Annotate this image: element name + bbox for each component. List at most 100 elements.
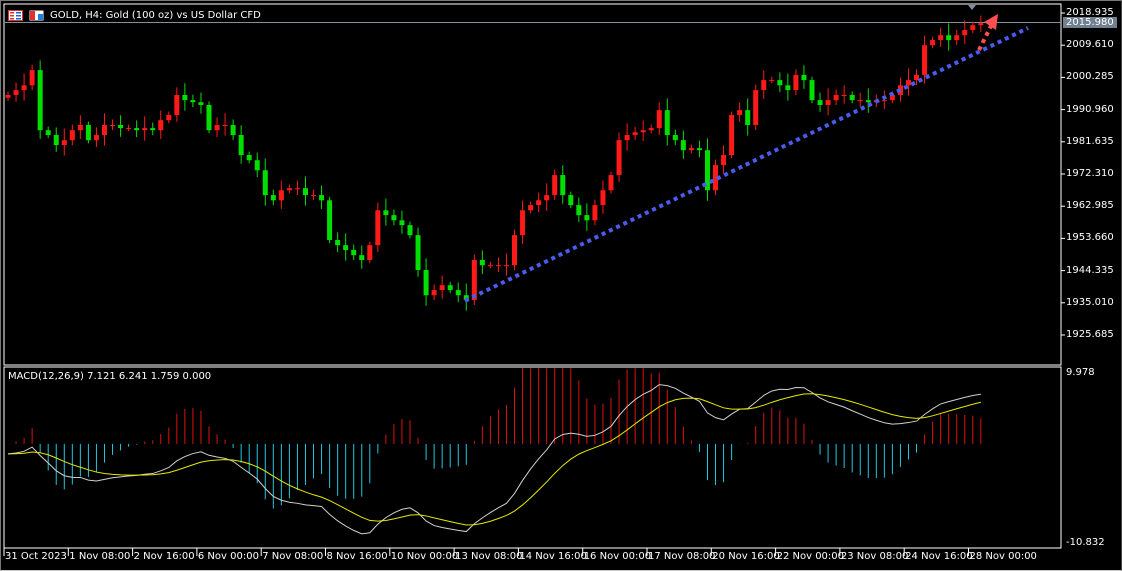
candle-body xyxy=(246,155,252,161)
candle-body xyxy=(166,114,172,121)
macd-panel-border xyxy=(3,366,1062,549)
candle-body xyxy=(632,132,638,136)
candle-body xyxy=(158,120,164,131)
candle-body xyxy=(648,128,654,131)
candle-body xyxy=(793,74,799,91)
candle-body xyxy=(407,225,413,236)
candle-body xyxy=(21,85,27,91)
candle-body xyxy=(335,239,341,246)
time-axis-label: 10 Nov 00:00 xyxy=(390,551,459,562)
candle-body xyxy=(270,195,276,201)
candle-body xyxy=(978,23,984,26)
candle-body xyxy=(375,210,381,246)
candle-body xyxy=(696,148,702,151)
time-axis-label: 6 Nov 00:00 xyxy=(197,551,259,562)
candle-body xyxy=(503,265,509,267)
candle-body xyxy=(190,100,196,103)
chart-title: GOLD, H4: Gold (100 oz) vs US Dollar CFD xyxy=(50,9,261,21)
price-axis-label: 2009.610 xyxy=(1066,39,1114,51)
candle-body xyxy=(5,94,11,98)
market-watch-icon[interactable] xyxy=(8,9,23,21)
candle-body xyxy=(881,100,887,102)
time-axis-label: 20 Nov 16:00 xyxy=(712,551,780,562)
macd-main-line xyxy=(7,384,981,535)
candle-body xyxy=(85,124,91,141)
candle-body xyxy=(222,124,228,126)
candle-body xyxy=(150,128,156,131)
candle-body xyxy=(238,135,244,156)
trendline[interactable] xyxy=(464,26,1029,303)
candle-body xyxy=(865,100,871,103)
macd-label: MACD(12,26,9) 7.121 6.241 1.759 0.000 xyxy=(8,371,212,382)
candle-body xyxy=(262,170,268,196)
candle-body xyxy=(174,94,180,115)
chart-window-icon[interactable] xyxy=(29,10,44,21)
candle-body xyxy=(938,35,944,41)
time-axis-label: 7 Nov 08:00 xyxy=(262,551,324,562)
candle-body xyxy=(600,190,606,206)
candle-body xyxy=(439,285,445,291)
time-axis-label: 13 Nov 08:00 xyxy=(455,551,523,562)
price-axis-label: 1935.010 xyxy=(1066,296,1114,308)
candle-body xyxy=(946,35,952,41)
candle-body xyxy=(954,35,960,41)
axis-ticks xyxy=(3,12,1065,556)
candle-body xyxy=(841,94,847,96)
candle-body xyxy=(809,80,815,101)
candle-body xyxy=(327,200,333,240)
candle-body xyxy=(383,210,389,216)
candle-body xyxy=(833,94,839,101)
candle-body xyxy=(857,100,863,102)
candle-body xyxy=(672,135,678,141)
candle-body xyxy=(592,205,598,221)
candle-body xyxy=(520,210,526,236)
candle-body xyxy=(399,220,405,226)
price-axis-label: 1990.960 xyxy=(1066,103,1114,115)
candle-body xyxy=(206,104,212,131)
candle-body xyxy=(118,124,124,129)
candle-body xyxy=(230,124,236,136)
time-axis-label: 8 Nov 16:00 xyxy=(326,551,388,562)
candle-body xyxy=(302,188,308,196)
candle-body xyxy=(560,175,566,196)
candle-body xyxy=(278,190,284,201)
price-chart[interactable] xyxy=(0,0,1122,571)
candles xyxy=(5,15,984,311)
candle-body xyxy=(930,40,936,46)
candle-body xyxy=(294,188,300,190)
candle-body xyxy=(343,245,349,250)
candle-body xyxy=(53,135,59,146)
candle-body xyxy=(745,110,751,125)
candle-body xyxy=(359,255,365,261)
time-axis-label: 31 Oct 2023 xyxy=(5,551,67,562)
candle-body xyxy=(721,155,727,166)
candle-body xyxy=(962,30,968,36)
candle-body xyxy=(471,260,477,301)
candle-body xyxy=(37,70,43,131)
candle-body xyxy=(849,94,855,101)
candle-body xyxy=(198,102,204,105)
candle-body xyxy=(785,85,791,91)
time-axis-label: 28 Nov 00:00 xyxy=(969,551,1037,562)
candle-body xyxy=(101,124,107,136)
bar-marker-icon xyxy=(968,5,976,10)
candle-body xyxy=(455,290,461,296)
candle-body xyxy=(584,215,590,221)
candle-body xyxy=(351,249,357,256)
price-axis-label: 1925.685 xyxy=(1066,328,1114,340)
candle-body xyxy=(447,285,453,291)
candle-body xyxy=(680,140,686,151)
candle-body xyxy=(45,130,51,136)
macd-indicator xyxy=(7,368,982,535)
candle-body xyxy=(624,135,630,141)
macd-signal-line xyxy=(7,393,981,526)
time-axis-label: 24 Nov 16:00 xyxy=(905,551,973,562)
candle-body xyxy=(970,25,976,31)
candle-body xyxy=(182,94,188,101)
candle-body xyxy=(801,74,807,81)
price-axis-label: 1981.635 xyxy=(1066,135,1114,147)
candle-body xyxy=(640,130,646,133)
candle-body xyxy=(576,205,582,216)
candle-body xyxy=(769,80,775,82)
price-axis-label: 1944.335 xyxy=(1066,264,1114,276)
